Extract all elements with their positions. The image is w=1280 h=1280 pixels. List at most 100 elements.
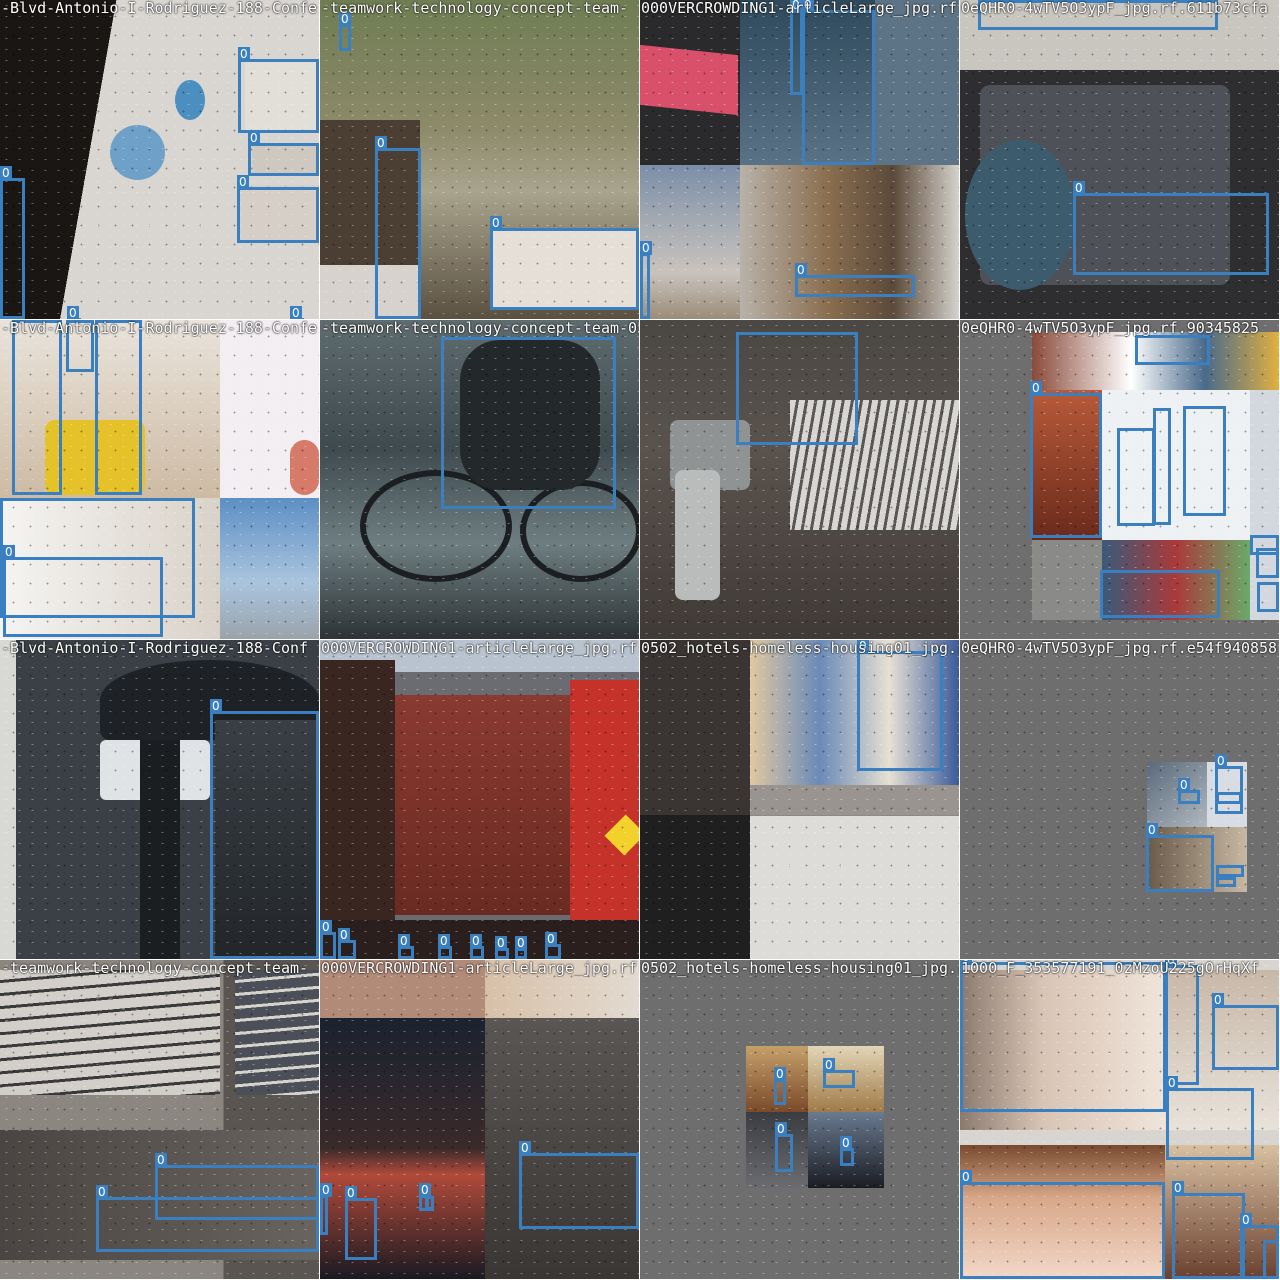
mosaic-tile: 0 0 0 0 0 0 0 0 000VERCROWDING1-articleL… <box>320 640 639 959</box>
image-filename: -teamwork-technology-concept-team- <box>321 0 629 17</box>
class-label: 0 <box>1178 778 1190 792</box>
mosaic-tile: 0 0 0 -teamwork-technology-concept-team- <box>320 0 639 319</box>
bounding-box <box>441 337 616 509</box>
class-label: 0 <box>840 1136 852 1150</box>
bounding-box <box>1117 428 1155 526</box>
mosaic-tile: 0 0 0 0 000VERCROWDING1-articleLarge_jpg… <box>640 0 959 319</box>
class-label: 0 <box>210 699 222 713</box>
bounding-box <box>12 320 62 495</box>
mosaic-tile: 0 0 -teamwork-technology-concept-team- <box>0 960 319 1279</box>
bounding-box <box>1183 406 1226 516</box>
bounding-box <box>1153 408 1171 525</box>
image-filename: 000VERCROWDING1-articleLarge_jpg.rf.7 <box>321 960 639 977</box>
class-label: 0 <box>338 928 350 942</box>
mosaic-tile: 0 0 0 0 0 0 -Blvd-Antonio-I-Rodriguez-18… <box>0 0 319 319</box>
class-label: 0 <box>1146 823 1158 837</box>
bounding-box: 0 <box>1165 960 1199 1085</box>
bounding-box: 0 <box>320 920 336 959</box>
class-label: 0 <box>155 1153 167 1167</box>
bounding-box: 0 <box>775 1122 793 1172</box>
image-filename: -Blvd-Antonio-I-Rodriguez-188-Confe <box>1 0 318 17</box>
bounding-box <box>1216 865 1244 877</box>
bounding-box <box>1257 582 1279 612</box>
class-label: 0 <box>237 175 249 189</box>
class-label: 0 <box>515 936 527 950</box>
class-label: 0 <box>238 47 250 61</box>
detection-mosaic: 0 0 0 0 0 0 -Blvd-Antonio-I-Rodriguez-18… <box>0 0 1280 1280</box>
bounding-box: 0 <box>960 1170 1165 1279</box>
class-label: 0 <box>960 1170 972 1184</box>
class-label: 0 <box>438 934 450 948</box>
class-label: 0 <box>1240 1213 1252 1227</box>
bounding-box <box>1100 570 1220 618</box>
bounding-box: 0 <box>210 699 319 959</box>
class-label: 0 <box>795 263 807 277</box>
class-label: 0 <box>3 545 15 559</box>
class-label: 0 <box>545 932 557 946</box>
class-label: 0 <box>640 241 652 255</box>
class-label: 0 <box>320 1183 332 1197</box>
class-label: 0 <box>345 1186 357 1200</box>
mosaic-tile: 0 0 0 0eQHR0-4wTV5O3ypF_jpg.rf.e54f94085… <box>960 640 1279 959</box>
image-filename: 000VERCROWDING1-articleLarge_jpg.rf.d <box>641 0 959 17</box>
bounding-box: 0 <box>1073 181 1269 275</box>
bounding-box: 0 <box>438 934 452 959</box>
bounding-box: 0 <box>795 263 915 297</box>
mosaic-tile: 0 0502_hotels-homeless-housing01_jpg.rf <box>640 640 959 959</box>
class-label: 0 <box>1215 754 1227 768</box>
class-label: 0 <box>470 934 482 948</box>
bounding-box: 0 <box>545 932 561 959</box>
bounding-box: 0 <box>1166 1076 1254 1160</box>
class-label: 0 <box>490 216 502 230</box>
bounding-box: 0 <box>290 306 304 319</box>
bounding-box: 0 <box>1146 823 1214 892</box>
mosaic-tile: 0 0eQHR0-4wTV5O3ypF_jpg.rf.611b73cfa <box>960 0 1279 319</box>
bounding-box: 0 <box>1030 381 1102 538</box>
image-filename: 0eQHR0-4wTV5O3ypF_jpg.rf.90345825 <box>961 320 1260 337</box>
bounding-box: 0 <box>375 136 421 319</box>
bounding-box: 0 <box>960 960 1166 1112</box>
image-filename: -Blvd-Antonio-I-Rodriguez-188-Confe <box>1 320 318 337</box>
mosaic-tile: 0 0 0 0 000VERCROWDING1-articleLarge_jpg… <box>320 960 639 1279</box>
image-filename: 0502_hotels-homeless-housing01_jpg.rf <box>641 640 959 657</box>
bounding-box: 0 <box>840 1136 854 1166</box>
image-filename: -Blvd-Antonio-I-Rodriguez-188-Conf <box>1 640 309 657</box>
bounding-box: 0 <box>1178 778 1200 804</box>
bounding-box: 0 <box>67 306 81 319</box>
bounding-box <box>1250 535 1279 555</box>
bounding-box <box>1263 1240 1279 1279</box>
bounding-box <box>736 332 858 445</box>
bounding-box <box>1216 877 1236 887</box>
class-label: 0 <box>398 934 410 948</box>
class-label: 0 <box>1172 1181 1184 1195</box>
bounding-box: 0 <box>774 1067 786 1105</box>
bounding-box: 0 <box>96 1185 319 1252</box>
bounding-box: 0 <box>857 640 943 771</box>
class-label: 0 <box>823 1058 835 1072</box>
bounding-box: 0 <box>320 1183 332 1235</box>
bounding-box: 0 <box>0 166 25 319</box>
bounding-box: 0 <box>490 216 639 310</box>
mosaic-tile: 0 0eQHR0-4wTV5O3ypF_jpg.rf.90345825 <box>960 320 1279 639</box>
mosaic-tile: 0 -Blvd-Antonio-I-Rodriguez-188-Confe <box>0 320 319 639</box>
image-filename: 000VERCROWDING1-articleLarge_jpg.rf.2 <box>321 640 639 657</box>
bounding-box: 0 <box>495 936 509 959</box>
bounding-box <box>95 320 142 495</box>
class-label: 0 <box>1212 993 1224 1007</box>
bounding-box: 0 <box>237 175 319 243</box>
mosaic-tile: 0 -Blvd-Antonio-I-Rodriguez-188-Conf <box>0 640 319 959</box>
image-filename: 0502_hotels-homeless-housing01_jpg.r <box>641 960 959 977</box>
bounding-box: 0 <box>519 1141 639 1229</box>
class-label: 0 <box>1166 1076 1178 1090</box>
bounding-box: 0 <box>515 936 527 959</box>
class-label: 0 <box>375 136 387 150</box>
class-label: 0 <box>96 1185 108 1199</box>
class-label: 0 <box>775 1122 787 1136</box>
class-label: 0 <box>519 1141 531 1155</box>
bounding-box <box>1216 792 1242 804</box>
bounding-box: 0 <box>345 1186 377 1260</box>
bounding-box <box>426 1196 434 1211</box>
bounding-box: 0 <box>248 131 319 176</box>
bounding-box: 0 <box>823 1058 855 1088</box>
mosaic-tile: -teamwork-technology-concept-team-0502_h… <box>320 320 639 639</box>
